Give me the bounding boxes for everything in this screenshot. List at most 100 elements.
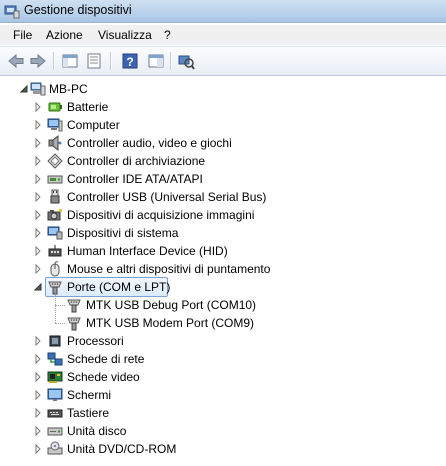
ide-controller-icon bbox=[47, 171, 63, 187]
tree-category[interactable]: Tastiere bbox=[0, 404, 446, 422]
collapsed-arrow-icon[interactable] bbox=[33, 350, 43, 368]
node-label: Controller audio, video e giochi bbox=[67, 136, 232, 150]
window-title: Gestione dispositivi bbox=[24, 3, 132, 17]
tree-category[interactable]: Schermi bbox=[0, 386, 446, 404]
tree-category[interactable]: Processori bbox=[0, 332, 446, 350]
node-label: Mouse e altri dispositivi di puntamento bbox=[67, 262, 271, 276]
node-label: Controller IDE ATA/ATAPI bbox=[67, 172, 203, 186]
node-label: Human Interface Device (HID) bbox=[67, 244, 228, 258]
collapsed-arrow-icon[interactable] bbox=[33, 368, 43, 386]
tree-category[interactable]: Controller audio, video e giochi bbox=[0, 134, 446, 152]
tree-category[interactable]: Controller di archiviazione bbox=[0, 152, 446, 170]
processor-icon bbox=[47, 333, 63, 349]
tree-category[interactable]: Dispositivi di sistema bbox=[0, 224, 446, 242]
collapsed-arrow-icon[interactable] bbox=[33, 152, 43, 170]
collapsed-arrow-icon[interactable] bbox=[33, 404, 43, 422]
collapsed-arrow-icon[interactable] bbox=[33, 98, 43, 116]
tree-category[interactable]: Computer bbox=[0, 116, 446, 134]
toolbar: ? bbox=[0, 46, 446, 76]
computer-icon bbox=[30, 81, 46, 97]
collapsed-arrow-icon[interactable] bbox=[33, 170, 43, 188]
node-label: Dispositivi di sistema bbox=[67, 226, 179, 240]
collapsed-arrow-icon[interactable] bbox=[33, 386, 43, 404]
tree-category[interactable]: Human Interface Device (HID) bbox=[0, 242, 446, 260]
node-label: Schede di rete bbox=[67, 352, 145, 366]
menu-visualizza[interactable]: Visualizza bbox=[94, 28, 156, 42]
tree-category[interactable]: Schede di rete bbox=[0, 350, 446, 368]
port-icon bbox=[66, 315, 82, 331]
tree-category[interactable]: Controller USB (Universal Serial Bus) bbox=[0, 188, 446, 206]
tree-connector bbox=[55, 295, 56, 323]
display-adapter-icon bbox=[47, 369, 63, 385]
hid-icon bbox=[47, 243, 63, 259]
help-icon[interactable]: ? bbox=[120, 51, 140, 71]
console-icon[interactable] bbox=[146, 51, 166, 71]
tree-device[interactable]: MTK USB Modem Port (COM9) bbox=[0, 314, 446, 332]
port-icon bbox=[66, 297, 82, 313]
node-label: MTK USB Debug Port (COM10) bbox=[86, 298, 257, 312]
tree-category[interactable]: Schede video bbox=[0, 368, 446, 386]
tree-category[interactable]: Batterie bbox=[0, 98, 446, 116]
expanded-arrow-icon[interactable] bbox=[19, 80, 29, 98]
node-label: MB-PC bbox=[49, 82, 88, 96]
scan-hardware-icon[interactable] bbox=[176, 51, 196, 71]
node-label: Schermi bbox=[67, 388, 112, 402]
node-label: Processori bbox=[67, 334, 124, 348]
computer-icon bbox=[47, 117, 63, 133]
tree-category[interactable]: Unità disco bbox=[0, 422, 446, 440]
camera-icon bbox=[47, 207, 63, 223]
collapsed-arrow-icon[interactable] bbox=[33, 188, 43, 206]
tree-category[interactable]: Unità DVD/CD-ROM bbox=[0, 440, 446, 458]
collapsed-arrow-icon[interactable] bbox=[33, 332, 43, 350]
tree-device[interactable]: MTK USB Debug Port (COM10) bbox=[0, 296, 446, 314]
node-label: Schede video bbox=[67, 370, 140, 384]
menu-azione[interactable]: Azione bbox=[42, 28, 87, 42]
tree-connector bbox=[55, 305, 65, 306]
back-arrow-icon[interactable] bbox=[6, 51, 26, 71]
menu-help[interactable]: ? bbox=[160, 28, 175, 42]
tree-connector bbox=[55, 323, 65, 324]
node-label: Unità disco bbox=[67, 424, 127, 438]
collapsed-arrow-icon[interactable] bbox=[33, 440, 43, 458]
tree-category[interactable]: Porte (COM e LPT) bbox=[0, 277, 446, 297]
tree-category[interactable]: Dispositivi di acquisizione immagini bbox=[0, 206, 446, 224]
disk-drive-icon bbox=[47, 423, 63, 439]
node-label: Dispositivi di acquisizione immagini bbox=[67, 208, 255, 222]
tree-root[interactable]: MB-PC bbox=[0, 80, 446, 98]
node-label: Tastiere bbox=[67, 406, 110, 420]
device-tree: MB-PC Batterie Computer Controller audio, v… bbox=[0, 76, 446, 466]
node-label: Batterie bbox=[67, 100, 109, 114]
collapsed-arrow-icon[interactable] bbox=[33, 242, 43, 260]
collapsed-arrow-icon[interactable] bbox=[33, 134, 43, 152]
menu-bar: File Azione Visualizza ? bbox=[0, 25, 446, 45]
dvd-drive-icon bbox=[47, 441, 63, 457]
forward-arrow-icon[interactable] bbox=[28, 51, 48, 71]
speaker-icon bbox=[47, 134, 63, 152]
node-label: Controller di archiviazione bbox=[67, 154, 206, 168]
mouse-icon bbox=[47, 261, 63, 277]
system-device-icon bbox=[47, 225, 63, 241]
node-label: Controller USB (Universal Serial Bus) bbox=[67, 190, 267, 204]
network-adapter-icon bbox=[47, 351, 63, 367]
collapsed-arrow-icon[interactable] bbox=[33, 206, 43, 224]
tree-category[interactable]: Mouse e altri dispositivi di puntamento bbox=[0, 260, 446, 278]
device-manager-icon bbox=[4, 3, 20, 19]
title-bar: Gestione dispositivi bbox=[0, 0, 446, 23]
port-icon bbox=[47, 279, 63, 295]
node-label: Computer bbox=[67, 118, 120, 132]
usb-icon bbox=[47, 189, 63, 205]
node-label: MTK USB Modem Port (COM9) bbox=[86, 316, 255, 330]
collapsed-arrow-icon[interactable] bbox=[33, 422, 43, 440]
collapsed-arrow-icon[interactable] bbox=[33, 260, 43, 278]
menu-file[interactable]: File bbox=[9, 28, 36, 42]
node-label: Unità DVD/CD-ROM bbox=[67, 442, 177, 456]
console-tree-icon[interactable] bbox=[60, 51, 80, 71]
tree-category[interactable]: Controller IDE ATA/ATAPI bbox=[0, 170, 446, 188]
collapsed-arrow-icon[interactable] bbox=[33, 116, 43, 134]
battery-icon bbox=[47, 99, 63, 115]
expanded-arrow-icon[interactable] bbox=[33, 278, 43, 296]
node-label: Porte (COM e LPT) bbox=[67, 280, 171, 294]
properties-icon[interactable] bbox=[84, 51, 104, 71]
svg-text:?: ? bbox=[126, 55, 133, 69]
collapsed-arrow-icon[interactable] bbox=[33, 224, 43, 242]
